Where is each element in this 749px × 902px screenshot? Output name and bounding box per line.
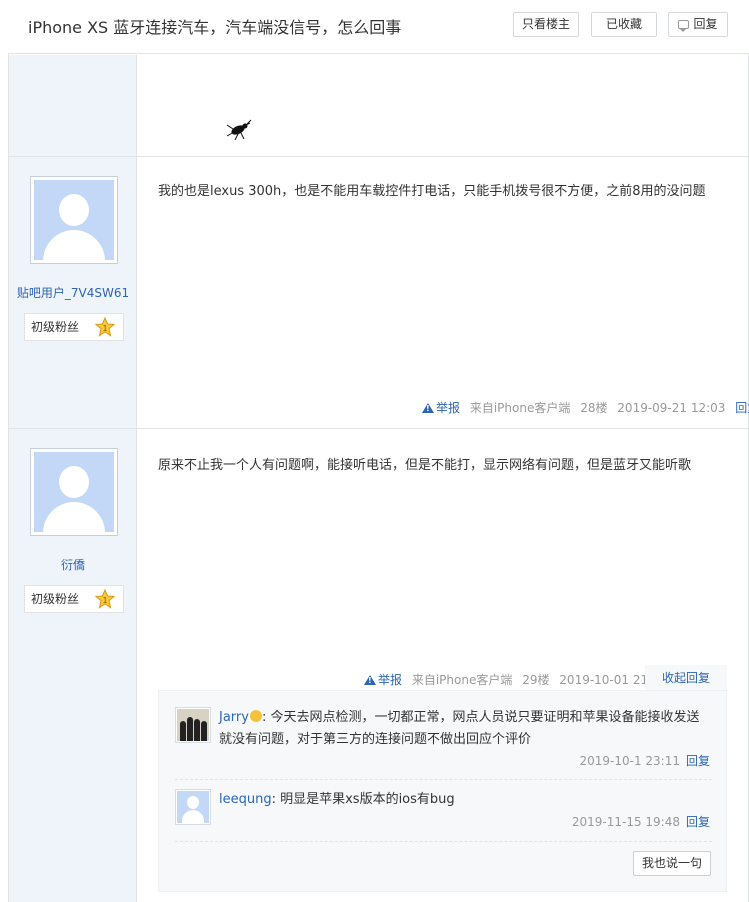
sub-reply-user[interactable]: Jarry (219, 710, 249, 725)
comment-bubble-icon (678, 20, 690, 32)
sub-reply-time: 2019-10-1 23:11 (579, 754, 680, 768)
sub-reply-text: leequng: 明显是苹果xs版本的ios有bug (219, 792, 455, 807)
star-icon: 1 (95, 589, 115, 609)
sub-reply-reply-link[interactable]: 回复 (686, 815, 710, 829)
sub-reply: Jarry: 今天去网点检测，一切都正常，网点人员说只要证明和苹果设备能接收发送… (175, 707, 712, 769)
sub-reply-time: 2019-11-15 19:48 (571, 815, 680, 829)
post-content: 原来不止我一个人有问题啊，能接听电话，但是不能打，显示网络有问题，但是蓝牙又能听… (158, 458, 692, 473)
reply-button[interactable]: 回复 (668, 12, 728, 37)
divider (175, 779, 712, 780)
avatar[interactable] (30, 448, 118, 536)
sub-reply-avatar[interactable] (175, 789, 211, 825)
post-time: 2019-09-21 12:03 (617, 401, 726, 415)
reply-button-label: 回复 (693, 17, 718, 31)
reply-panel: Jarry: 今天去网点检测，一切都正常，网点人员说只要证明和苹果设备能接收发送… (158, 690, 727, 892)
level-number: 1 (102, 596, 107, 605)
favorited-button[interactable]: 已收藏 (591, 12, 657, 37)
divider (175, 841, 712, 842)
collapse-replies-button[interactable]: 收起回复 (645, 665, 727, 691)
bug-image (226, 119, 252, 141)
only-op-button[interactable]: 只看楼主 (513, 12, 579, 37)
thread-title: iPhone XS 蓝牙连接汽车，汽车端没信号，怎么回事 (28, 18, 402, 37)
author-name[interactable]: 衍僑 (9, 556, 137, 573)
sub-reply-text: Jarry: 今天去网点检测，一切都正常，网点人员说只要证明和苹果设备能接收发送… (219, 710, 700, 747)
thread-header: iPhone XS 蓝牙连接汽车，汽车端没信号，怎么回事 只看楼主 已收藏 回复 (8, 0, 749, 54)
warning-icon (422, 403, 434, 413)
report-link[interactable]: 举报 (422, 401, 460, 415)
sub-reply: leequng: 明显是苹果xs版本的ios有bug 2019-11-15 19… (175, 789, 712, 833)
prev-post-row (9, 55, 748, 157)
sub-reply-user[interactable]: leequng (219, 792, 272, 807)
post-source: 来自iPhone客户端 (411, 673, 513, 687)
level-badge[interactable]: 初级粉丝 1 (24, 585, 124, 613)
level-label: 初级粉丝 (31, 592, 80, 606)
say-something-button[interactable]: 我也说一句 (633, 851, 711, 876)
sub-reply-avatar[interactable] (175, 707, 211, 743)
smile-emoji-icon (249, 710, 262, 722)
sub-reply-reply-link[interactable]: 回复 (686, 754, 710, 768)
post-source: 来自iPhone客户端 (469, 401, 571, 415)
post-floor: 28楼 (580, 401, 608, 415)
post-content: 我的也是lexus 300h，也是不能用车载控件打电话，只能手机拨号很不方便，之… (158, 184, 706, 199)
post-tail: 举报 来自iPhone客户端 29楼 2019-10-01 21:43 (364, 671, 667, 688)
post-reply-link[interactable]: 回复 (735, 401, 749, 415)
sub-reply-meta: 2019-11-15 19:48 回复 (572, 813, 710, 830)
report-link[interactable]: 举报 (364, 673, 402, 687)
author-column: 衍僑 初级粉丝 1 (9, 429, 137, 902)
post-tail: 举报 来自iPhone客户端 28楼 2019-09-21 12:03 回复 (422, 399, 749, 416)
sub-reply-meta: 2019-10-1 23:11 回复 (579, 752, 710, 769)
post-floor: 29楼 (522, 673, 550, 687)
warning-icon (364, 675, 376, 685)
